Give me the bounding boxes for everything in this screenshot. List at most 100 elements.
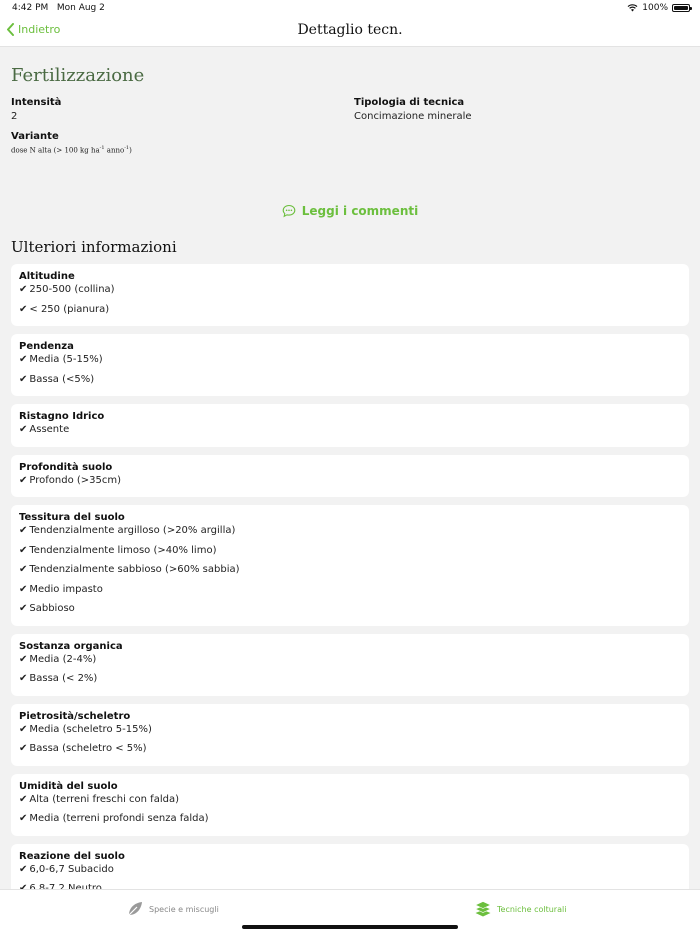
- list-item: ✔ Sabbioso: [19, 602, 681, 622]
- tab-species-label: Specie e miscugli: [149, 904, 219, 914]
- page-title: Dettaglio tecn.: [297, 22, 403, 38]
- checkmark-icon: ✔: [19, 525, 28, 536]
- list-item-label: Tendenzialmente sabbioso (>60% sabbia): [29, 564, 240, 575]
- list-item-label: 250-500 (collina): [29, 284, 115, 295]
- variante-value: dose N alta (> 100 kg ha-1 anno-1): [11, 145, 132, 155]
- list-item: ✔ Assente: [19, 423, 681, 443]
- list-item: ✔ Bassa (< 2%): [19, 672, 681, 692]
- checkmark-icon: ✔: [19, 813, 28, 824]
- list-item-label: Profondo (>35cm): [29, 474, 122, 486]
- card-title: Ristagno Idrico: [19, 411, 105, 422]
- intensita-label: Intensità: [11, 97, 62, 108]
- list-item: ✔ Alta (terreni freschi con falda): [19, 793, 681, 813]
- tab-bar: Specie e miscugli Tecniche colturali: [0, 889, 700, 934]
- tab-techniques-label: Tecniche colturali: [497, 904, 567, 914]
- list-item-label: Tendenzialmente limoso (>40% limo): [29, 544, 217, 556]
- tab-techniques[interactable]: Tecniche colturali: [474, 900, 566, 918]
- card-title: Pendenza: [19, 341, 74, 352]
- list-item-label: Bassa (<5%): [29, 373, 95, 385]
- list-item: ✔ Tendenzialmente limoso (>40% limo): [19, 544, 681, 564]
- info-card: Sostanza organica ✔ Media (2-4%) ✔ Bassa (< …: [11, 633, 689, 696]
- variante-field: Variante dose N alta (> 100 kg ha-1 anno…: [11, 131, 132, 154]
- list-item-label: Alta (terreni freschi con falda): [29, 793, 179, 805]
- battery-percent: 100%: [642, 3, 668, 13]
- variante-label: Variante: [11, 131, 59, 142]
- checkmark-icon: ✔: [19, 743, 28, 754]
- checkmark-icon: ✔: [19, 373, 28, 385]
- checkmark-icon: ✔: [19, 863, 28, 875]
- checkmark-icon: ✔: [19, 564, 28, 575]
- checkmark-icon: ✔: [19, 723, 28, 735]
- tipologia-value: Concimazione minerale: [354, 111, 472, 122]
- detail-content[interactable]: Fertilizzazione Intensità 2 Tipologia di…: [0, 47, 700, 889]
- checkmark-icon: ✔: [19, 544, 28, 556]
- list-item: ✔ Media (scheletro 5-15%): [19, 723, 681, 743]
- layers-icon: [474, 901, 492, 917]
- checkmark-icon: ✔: [19, 303, 28, 315]
- list-item-label: Tendenzialmente argilloso (>20% argilla): [29, 525, 236, 536]
- read-comments-label: Leggi i commenti: [301, 204, 419, 218]
- status-right: 100%: [627, 3, 692, 13]
- list-item: ✔ 250-500 (collina): [19, 283, 681, 303]
- list-item-label: Media (2-4%): [29, 653, 97, 665]
- info-card: Altitudine ✔ 250-500 (collina) ✔ < 250 (pian…: [11, 264, 689, 326]
- read-comments-button[interactable]: Leggi i commenti: [0, 204, 700, 218]
- intensita-value: 2: [11, 111, 18, 122]
- card-title: Sostanza organica: [19, 640, 123, 652]
- status-bar: 4:42 PM Mon Aug 2 100%: [0, 0, 700, 17]
- info-cards: Altitudine ✔ 250-500 (collina) ✔ < 250 (pian…: [11, 264, 689, 889]
- card-title: Altitudine: [19, 271, 75, 282]
- list-item: ✔ 6,8-7,2 Neutro: [19, 882, 681, 889]
- checkmark-icon: ✔: [19, 354, 28, 365]
- checkmark-icon: ✔: [19, 284, 28, 295]
- status-time: 4:42 PM Mon Aug 2: [12, 3, 105, 13]
- checkmark-icon: ✔: [19, 793, 28, 805]
- card-title: Pietrosità/scheletro: [19, 710, 131, 722]
- list-item: ✔ Media (2-4%): [19, 653, 681, 673]
- info-card: Profondità suolo ✔ Profondo (>35cm): [11, 454, 689, 497]
- tab-species[interactable]: Specie e miscugli: [126, 900, 219, 918]
- list-item: ✔ Tendenzialmente sabbioso (>60% sabbia): [19, 563, 681, 583]
- checkmark-icon: ✔: [19, 424, 28, 435]
- list-item: ✔ < 250 (pianura): [19, 303, 681, 323]
- info-card: Pendenza ✔ Media (5-15%) ✔ Bassa (<5%): [11, 334, 689, 396]
- list-item-label: Bassa (< 2%): [29, 673, 98, 684]
- list-item: ✔ Bassa (<5%): [19, 373, 681, 393]
- list-item: ✔ 6,0-6,7 Subacido: [19, 863, 681, 883]
- list-item: ✔ Media (terreni profondi senza falda): [19, 812, 681, 832]
- checkmark-icon: ✔: [19, 583, 28, 595]
- comment-bubble-icon: [282, 204, 296, 218]
- section-title: Ulteriori informazioni: [11, 238, 177, 256]
- list-item-label: Assente: [29, 424, 70, 435]
- info-card: Reazione del suolo ✔ 6,0-6,7 Subacido ✔ 6,8-…: [11, 843, 689, 889]
- list-item: ✔ Bassa (scheletro < 5%): [19, 742, 681, 762]
- checkmark-icon: ✔: [19, 603, 28, 614]
- list-item-label: Media (5-15%): [29, 354, 103, 365]
- wifi-icon: [627, 4, 638, 12]
- card-title: Tessitura del suolo: [19, 512, 125, 523]
- card-title: Umidità del suolo: [19, 780, 118, 792]
- intensita-field: Intensità 2: [11, 97, 61, 122]
- list-item: ✔ Profondo (>35cm): [19, 474, 681, 494]
- list-item-label: Media (scheletro 5-15%): [29, 723, 152, 735]
- list-item: ✔ Media (5-15%): [19, 353, 681, 373]
- list-item-label: Sabbioso: [29, 603, 75, 614]
- tipologia-field: Tipologia di tecnica Concimazione minera…: [354, 97, 472, 122]
- list-item: ✔ Tendenzialmente argilloso (>20% argilla…: [19, 524, 681, 544]
- battery-icon: [672, 4, 692, 12]
- list-item: ✔ Medio impasto: [19, 583, 681, 603]
- info-card: Ristagno Idrico ✔ Assente: [11, 404, 689, 447]
- info-card: Umidità del suolo ✔ Alta (terreni freschi …: [11, 773, 689, 836]
- list-item-label: < 250 (pianura): [29, 303, 110, 315]
- info-card: Tessitura del suolo ✔ Tendenzialmente argi…: [11, 505, 689, 626]
- checkmark-icon: ✔: [19, 653, 28, 665]
- leaf-icon: [127, 902, 142, 917]
- list-item-label: Medio impasto: [29, 583, 103, 595]
- technique-title: Fertilizzazione: [11, 65, 145, 86]
- checkmark-icon: ✔: [19, 673, 28, 684]
- checkmark-icon: ✔: [19, 474, 28, 486]
- info-card: Pietrosità/scheletro ✔ Media (scheletro 5-…: [11, 703, 689, 766]
- list-item-label: 6,0-6,7 Subacido: [29, 863, 114, 875]
- navigation-bar: Indietro Dettaglio tecn.: [0, 17, 700, 47]
- tipologia-label: Tipologia di tecnica: [354, 97, 465, 108]
